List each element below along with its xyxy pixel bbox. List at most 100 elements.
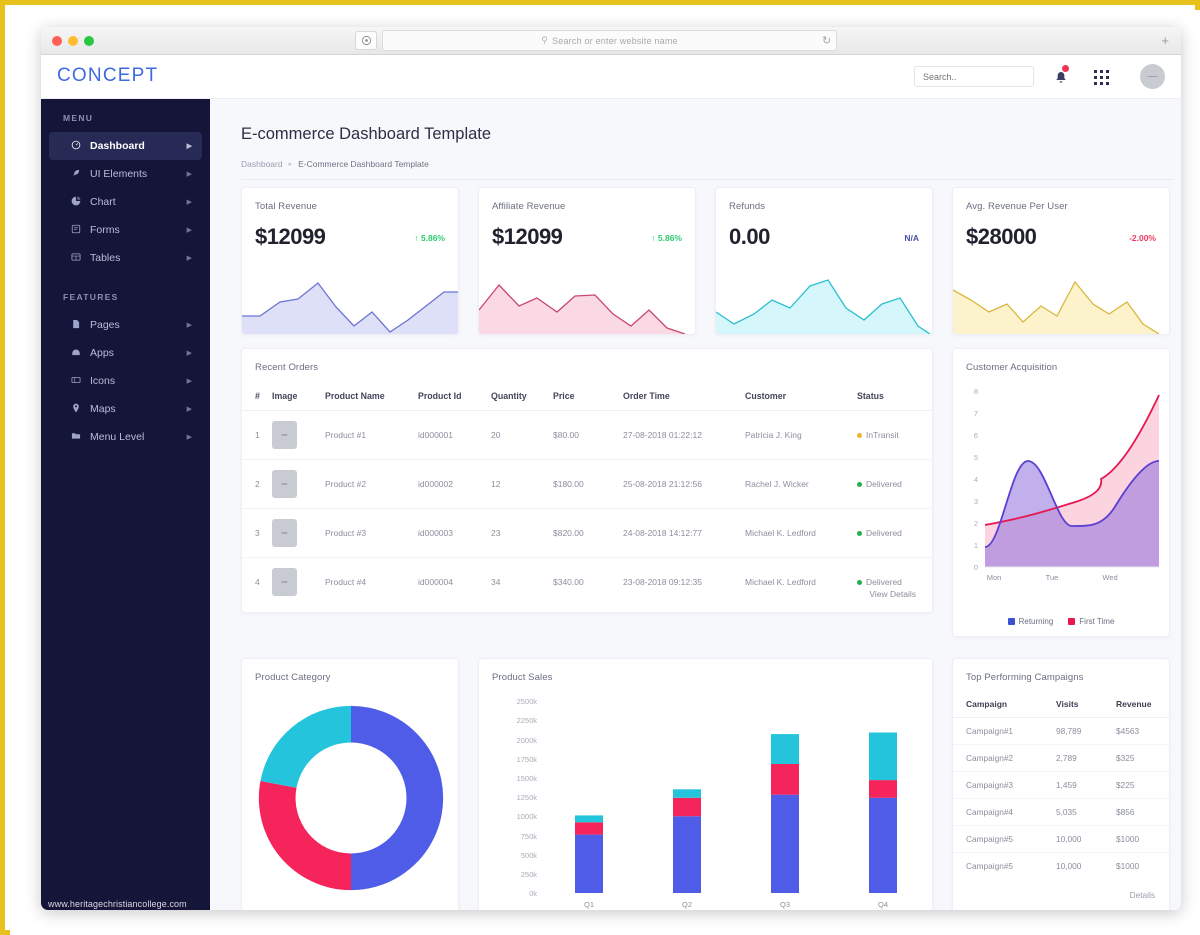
svg-text:0: 0 xyxy=(974,563,978,572)
close-window-button[interactable] xyxy=(52,36,62,46)
table-row[interactable]: Campaign#4 5,035 $856 xyxy=(953,798,1169,826)
view-details-link[interactable]: View Details xyxy=(869,589,916,599)
sidebar-item-pages[interactable]: Pages ▶ xyxy=(49,311,202,339)
svg-text:1250k: 1250k xyxy=(517,793,538,802)
sidebar-item-icons[interactable]: Icons ▶ xyxy=(49,367,202,395)
table-row[interactable]: 3 ━ Product #3 id000003 23 $820.00 24-08… xyxy=(242,508,932,558)
sidebar-item-menu-level[interactable]: Menu Level ▶ xyxy=(49,423,202,451)
col-image: Image xyxy=(272,382,325,411)
sidebar-item-tables[interactable]: Tables ▶ xyxy=(49,244,202,272)
table-row[interactable]: 1 ━ Product #1 id000001 20 $80.00 27-08-… xyxy=(242,410,932,460)
svg-text:Q3: Q3 xyxy=(780,900,790,909)
recent-orders-table: # Image Product Name Product Id Quantity… xyxy=(242,382,932,606)
cell-campaign: Campaign#4 xyxy=(953,798,1043,826)
cell-customer: Rachel J. Wicker xyxy=(745,459,857,509)
status-dot xyxy=(857,482,862,488)
table-row[interactable]: Campaign#1 98,789 $4563 xyxy=(953,717,1169,745)
top-campaigns-title: Top Performing Campaigns xyxy=(966,672,1084,683)
svg-text:250k: 250k xyxy=(521,870,538,879)
table-row[interactable]: 2 ━ Product #2 id000002 12 $180.00 25-08… xyxy=(242,459,932,509)
notifications-button[interactable] xyxy=(1051,65,1073,88)
campaigns-details-link[interactable]: Details xyxy=(1130,890,1155,900)
cell-price: $820.00 xyxy=(553,508,623,558)
legend-item-returning[interactable]: Returning xyxy=(1007,617,1054,626)
app-logo[interactable]: CONCEPT xyxy=(57,65,158,87)
svg-text:500k: 500k xyxy=(521,851,538,860)
cell-price: $80.00 xyxy=(553,410,623,460)
table-row[interactable]: Campaign#5 10,000 $1000 xyxy=(953,853,1169,880)
minimize-window-button[interactable] xyxy=(68,36,78,46)
arpu-sparkline xyxy=(953,280,1169,334)
chevron-right-icon: ▶ xyxy=(186,143,192,150)
svg-text:Q1: Q1 xyxy=(584,900,594,909)
cell-visits: 10,000 xyxy=(1043,825,1103,853)
table-header-row: # Image Product Name Product Id Quantity… xyxy=(242,382,932,411)
icons-icon xyxy=(71,375,86,388)
sidebar-item-forms[interactable]: Forms ▶ xyxy=(49,216,202,244)
cell-campaign: Campaign#5 xyxy=(966,861,1014,871)
apps-grid-icon[interactable] xyxy=(1092,67,1112,87)
customer-acquisition-chart: 8 7 6 5 4 3 2 1 0 Mon Tue Wed xyxy=(974,387,1160,582)
table-row[interactable]: Campaign#2 2,789 $325 xyxy=(953,744,1169,772)
legend-item-first-time[interactable]: First Time xyxy=(1068,617,1114,626)
svg-text:1750k: 1750k xyxy=(517,755,538,764)
cell-order-time: 24-08-2018 14:12:77 xyxy=(623,508,745,558)
chevron-right-icon: ▶ xyxy=(186,322,192,329)
stat-card-delta: ↑ 5.86% xyxy=(651,233,682,243)
recent-orders-card: Recent Orders # Image Product Name Produ… xyxy=(241,348,933,613)
new-tab-icon[interactable]: + xyxy=(1161,34,1169,47)
cell-product-id: id000001 xyxy=(418,410,491,460)
breadcrumb-current: E-Commerce Dashboard Template xyxy=(298,159,429,169)
browser-address-bar[interactable]: ⚲ Search or enter website name xyxy=(382,30,837,51)
sidebar: MENU Dashboard ▶ UI Elements ▶ Chart ▶ F… xyxy=(41,99,210,910)
stat-card-refunds[interactable]: Refunds 0.00 N/A xyxy=(715,187,933,335)
breadcrumb-root[interactable]: Dashboard xyxy=(241,159,283,169)
breadcrumb: Dashboard ▸ E-Commerce Dashboard Templat… xyxy=(241,159,429,169)
cell-revenue: $4563 xyxy=(1103,717,1169,745)
cell-quantity: 12 xyxy=(491,459,553,509)
chevron-right-icon: ▶ xyxy=(186,227,192,234)
stat-card-avg-revenue-per-user[interactable]: Avg. Revenue Per User $28000 -2.00% xyxy=(952,187,1170,335)
cell-visits: 1,459 xyxy=(1043,771,1103,799)
cell-revenue: $1000 xyxy=(1116,861,1140,871)
stat-card-value: $12099 xyxy=(255,224,326,249)
svg-text:Q4: Q4 xyxy=(878,900,888,909)
sidebar-item-maps[interactable]: Maps ▶ xyxy=(49,395,202,423)
cell-revenue: $1000 xyxy=(1103,825,1169,853)
cell-visits: 2,789 xyxy=(1043,744,1103,772)
product-sales-chart: 2500k 2250k 2000k 1750k 1500k 1250k 1000… xyxy=(517,697,897,909)
stat-card-affiliate-revenue[interactable]: Affiliate Revenue $12099 ↑ 5.86% xyxy=(478,187,696,335)
sidebar-item-dashboard[interactable]: Dashboard ▶ xyxy=(49,132,202,160)
sidebar-item-label: UI Elements xyxy=(90,168,148,180)
stat-card-value: $28000 xyxy=(966,224,1037,249)
svg-text:Tue: Tue xyxy=(1046,573,1059,582)
shield-icon[interactable] xyxy=(355,31,377,50)
sidebar-item-chart[interactable]: Chart ▶ xyxy=(49,188,202,216)
reload-icon[interactable]: ↻ xyxy=(822,34,831,47)
sidebar-item-ui-elements[interactable]: UI Elements ▶ xyxy=(49,160,202,188)
cell-quantity: 20 xyxy=(491,410,553,460)
stat-card-total-revenue[interactable]: Total Revenue $12099 ↑ 5.86% xyxy=(241,187,459,335)
col-order-time: Order Time xyxy=(623,382,745,411)
folder-icon xyxy=(71,431,86,444)
cell-customer: Patricia J. King xyxy=(745,410,857,460)
table-row[interactable]: Campaign#5 10,000 $1000 xyxy=(953,825,1169,853)
table-row[interactable]: 4 ━ Product #4 id000004 34 $340.00 23-08… xyxy=(242,558,932,607)
legend-label: First Time xyxy=(1079,617,1115,626)
col-product-id: Product Id xyxy=(418,382,491,411)
svg-text:3: 3 xyxy=(974,497,978,506)
svg-text:7: 7 xyxy=(974,409,978,418)
sidebar-item-apps[interactable]: Apps ▶ xyxy=(49,339,202,367)
maximize-window-button[interactable] xyxy=(84,36,94,46)
sidebar-item-label: Pages xyxy=(90,319,120,331)
svg-text:750k: 750k xyxy=(521,832,538,841)
legend-label: Returning xyxy=(1018,617,1054,626)
customer-acquisition-legend: Returning First Time xyxy=(953,617,1169,626)
avatar[interactable]: — xyxy=(1140,64,1165,89)
product-thumbnail: ━ xyxy=(272,568,297,596)
cell-price: $340.00 xyxy=(553,577,584,587)
search-input[interactable] xyxy=(914,66,1034,87)
table-row[interactable]: Campaign#3 1,459 $225 xyxy=(953,771,1169,799)
status-badge: InTransit xyxy=(866,430,899,440)
window-controls[interactable] xyxy=(52,36,94,46)
